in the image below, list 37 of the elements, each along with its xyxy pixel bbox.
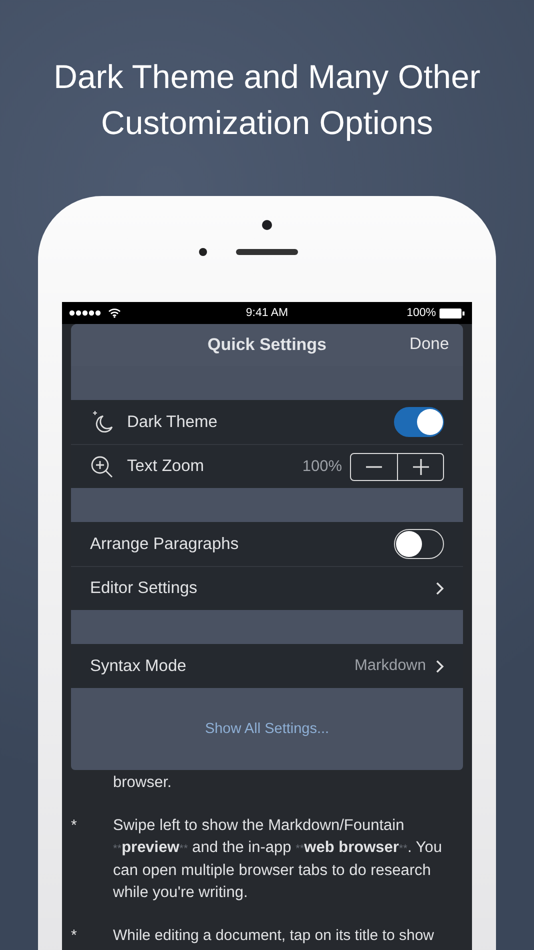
speaker-icon: [236, 249, 298, 255]
row-label: Editor Settings: [90, 579, 198, 598]
plus-icon: [412, 458, 428, 474]
settings-row[interactable]: Editor Settings: [71, 566, 463, 610]
row-label: Dark Theme: [127, 412, 218, 432]
zoom-value: 100%: [302, 458, 342, 476]
sensor-icon: [262, 220, 272, 230]
row-label: Arrange Paragraphs: [90, 534, 239, 554]
done-button[interactable]: Done: [408, 333, 451, 356]
bullet-marker: *: [71, 816, 78, 836]
chevron-icon: [436, 660, 444, 672]
moon-icon: [90, 410, 114, 434]
paragraph: browser.: [113, 773, 173, 793]
chevron-icon: [436, 582, 444, 595]
headline: Dark Theme and Many Other: [52, 57, 482, 97]
signal-icon: [69, 310, 102, 316]
wifi-icon: [108, 308, 121, 318]
settings-row[interactable]: Arrange Paragraphs: [71, 522, 463, 566]
settings-row[interactable]: Text Zoom 100%: [71, 444, 463, 488]
paragraph: Swipe left to show the Markdown/Fountain **preview** and the in-app **web browser**. You can open multiple browser tabs to do research while you're writing.: [113, 816, 443, 903]
show-all-settings-link[interactable]: Show All Settings...: [198, 720, 336, 738]
bullet-marker: *: [71, 926, 78, 946]
battery-percent: 100%: [406, 307, 436, 319]
row-value: Markdown: [354, 657, 426, 675]
sheet-title: Quick Settings: [207, 335, 327, 355]
status-time: 9:41 AM: [246, 307, 288, 319]
toggle-switch[interactable]: [394, 407, 444, 437]
zoom-in-icon: [90, 454, 114, 478]
row-label: Syntax Mode: [90, 656, 186, 676]
settings-row[interactable]: Syntax Mode Markdown: [71, 644, 463, 688]
camera-icon: [199, 248, 207, 256]
settings-row[interactable]: Dark Theme: [71, 400, 463, 444]
minus-icon: [366, 466, 382, 468]
row-label: Text Zoom: [127, 457, 204, 476]
headline: Customization Options: [100, 103, 434, 143]
paragraph: While editing a document, tap on its title to show: [113, 926, 436, 946]
battery-icon: [439, 308, 465, 318]
